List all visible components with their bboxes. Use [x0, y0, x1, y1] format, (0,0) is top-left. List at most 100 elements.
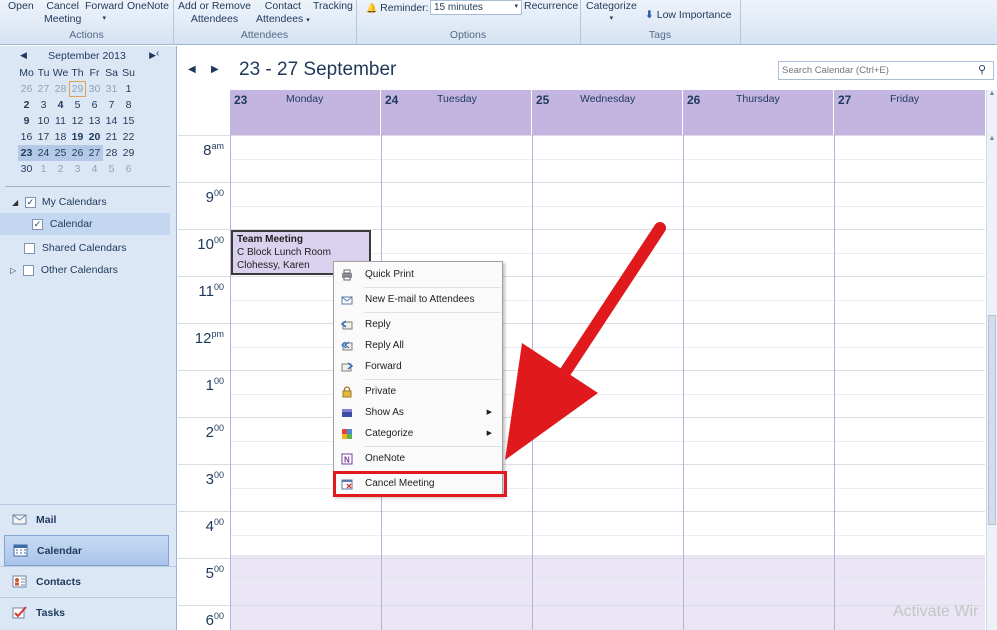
- day-header[interactable]: 26 Thursday: [683, 90, 834, 135]
- shared-calendars-item[interactable]: Shared Calendars: [0, 237, 170, 259]
- my-calendars-group[interactable]: ◢ ✓ My Calendars: [0, 191, 170, 213]
- date-cell[interactable]: 17: [35, 129, 52, 145]
- date-cell[interactable]: 29: [120, 145, 137, 161]
- date-cell[interactable]: 14: [103, 113, 120, 129]
- nav-mail[interactable]: Mail: [0, 504, 177, 535]
- date-cell[interactable]: 15: [120, 113, 137, 129]
- date-cell[interactable]: 10: [35, 113, 52, 129]
- menu-item-reply[interactable]: Reply: [334, 315, 502, 335]
- date-cell[interactable]: 28: [103, 145, 120, 161]
- shared-calendars-checkbox[interactable]: [24, 242, 35, 254]
- recurrence-button[interactable]: Recurrence: [524, 0, 578, 12]
- add-remove-attendees-button[interactable]: Add or Remove Attendees: [178, 0, 251, 25]
- date-cell[interactable]: 11: [52, 113, 69, 129]
- menu-item-reply-all[interactable]: Reply All: [334, 336, 502, 356]
- date-cell[interactable]: 4: [52, 97, 69, 113]
- cancel-meeting-button[interactable]: Cancel Meeting: [44, 0, 81, 25]
- other-calendars-checkbox[interactable]: [22, 264, 34, 276]
- nav-calendar[interactable]: Calendar: [4, 535, 169, 566]
- menu-item-quick-print[interactable]: Quick Print: [334, 265, 502, 285]
- hour-label: 1000: [184, 235, 224, 253]
- vertical-scrollbar[interactable]: ▲: [986, 135, 997, 630]
- date-cell[interactable]: 12: [69, 113, 86, 129]
- contact-attendees-label-2: Attendees ▾: [256, 13, 310, 27]
- date-cell[interactable]: 30: [86, 81, 103, 97]
- date-cell[interactable]: 26: [18, 81, 35, 97]
- date-cell[interactable]: 27: [35, 81, 52, 97]
- time-grid[interactable]: 8am 900 1000 1100 12pm 100 200 300 400 5…: [178, 135, 985, 630]
- open-button[interactable]: Open: [8, 0, 34, 12]
- date-cell[interactable]: 2: [52, 161, 69, 177]
- menu-item-new-email-attendees[interactable]: New E-mail to Attendees: [334, 290, 502, 310]
- menu-item-onenote[interactable]: N OneNote: [334, 449, 502, 469]
- date-cell[interactable]: 18: [52, 129, 69, 145]
- date-cell[interactable]: 2: [18, 97, 35, 113]
- date-cell[interactable]: 9: [18, 113, 35, 129]
- nav-tasks[interactable]: Tasks: [0, 597, 177, 628]
- categorize-button[interactable]: Categorize ▾: [586, 0, 637, 25]
- date-cell-today[interactable]: 29: [69, 81, 86, 97]
- dow-label: Fr: [89, 67, 100, 79]
- date-cell-selected[interactable]: 24: [35, 145, 52, 161]
- date-cell[interactable]: 8: [120, 97, 137, 113]
- scrollbar-thumb[interactable]: [988, 315, 996, 525]
- date-cell[interactable]: 16: [18, 129, 35, 145]
- day-header[interactable]: 23 Monday: [230, 90, 381, 135]
- date-cell-selected[interactable]: 26: [69, 145, 86, 161]
- collapsed-triangle-icon[interactable]: ▷: [10, 260, 20, 282]
- expanded-triangle-icon[interactable]: ◢: [12, 192, 22, 214]
- header-scrollbar[interactable]: ▲: [986, 90, 997, 135]
- forward-button[interactable]: Forward ▾: [85, 0, 124, 25]
- next-week-icon[interactable]: ▶: [211, 64, 219, 75]
- nav-contacts[interactable]: Contacts: [0, 566, 177, 597]
- menu-item-show-as[interactable]: Show As ▶: [334, 403, 502, 423]
- calendar-checkbox[interactable]: ✓: [32, 218, 43, 230]
- day-header[interactable]: 27 Friday: [834, 90, 985, 135]
- date-cell[interactable]: 6: [86, 97, 103, 113]
- previous-week-icon[interactable]: ◀: [188, 64, 196, 75]
- date-cell[interactable]: 20: [86, 129, 103, 145]
- date-cell[interactable]: 5: [103, 161, 120, 177]
- menu-item-private[interactable]: Private: [334, 382, 502, 402]
- onenote-button[interactable]: OneNote: [127, 0, 169, 12]
- other-calendars-group[interactable]: ▷ Other Calendars: [0, 259, 170, 281]
- date-cell[interactable]: 6: [120, 161, 137, 177]
- contact-attendees-button[interactable]: Contact Attendees ▾: [256, 0, 310, 27]
- menu-item-forward[interactable]: Forward: [334, 357, 502, 377]
- menu-item-label: OneNote: [365, 453, 406, 464]
- day-number: 27: [838, 93, 852, 107]
- date-cell[interactable]: 1: [120, 81, 137, 97]
- date-cell[interactable]: 31: [103, 81, 120, 97]
- date-cell[interactable]: 4: [86, 161, 103, 177]
- scroll-up-icon[interactable]: ▲: [987, 135, 997, 142]
- date-cell[interactable]: 13: [86, 113, 103, 129]
- date-cell[interactable]: 19: [69, 129, 86, 145]
- date-cell[interactable]: 3: [35, 97, 52, 113]
- date-cell-selected[interactable]: 27: [86, 145, 103, 161]
- date-cell[interactable]: 7: [103, 97, 120, 113]
- low-importance-button[interactable]: ⬇ Low Importance: [645, 9, 731, 21]
- day-header[interactable]: 25 Wednesday: [532, 90, 683, 135]
- search-calendar-input[interactable]: [778, 61, 994, 80]
- menu-item-categorize[interactable]: Categorize ▶: [334, 424, 502, 444]
- search-icon[interactable]: ⚲: [978, 63, 986, 76]
- scroll-up-icon[interactable]: ▲: [987, 90, 997, 97]
- date-cell[interactable]: 28: [52, 81, 69, 97]
- date-cell[interactable]: 3: [69, 161, 86, 177]
- next-month-icon[interactable]: ▶: [149, 50, 156, 61]
- hour-value: 4: [205, 518, 214, 535]
- date-cell[interactable]: 21: [103, 129, 120, 145]
- day-header[interactable]: 24 Tuesday: [381, 90, 532, 135]
- my-calendars-checkbox[interactable]: ✓: [24, 196, 36, 208]
- date-cell-selected[interactable]: 23: [18, 145, 35, 161]
- date-cell[interactable]: 30: [18, 161, 35, 177]
- date-cell-selected[interactable]: 25: [52, 145, 69, 161]
- date-cell[interactable]: 1: [35, 161, 52, 177]
- tracking-button[interactable]: Tracking: [313, 0, 353, 12]
- dropdown-arrow-icon: ▾: [306, 17, 310, 24]
- previous-month-icon[interactable]: ◀: [20, 50, 27, 61]
- date-cell[interactable]: 5: [69, 97, 86, 113]
- reminder-dropdown[interactable]: 15 minutes ▾: [430, 0, 522, 15]
- date-cell[interactable]: 22: [120, 129, 137, 145]
- calendar-item[interactable]: ✓ Calendar: [0, 213, 170, 235]
